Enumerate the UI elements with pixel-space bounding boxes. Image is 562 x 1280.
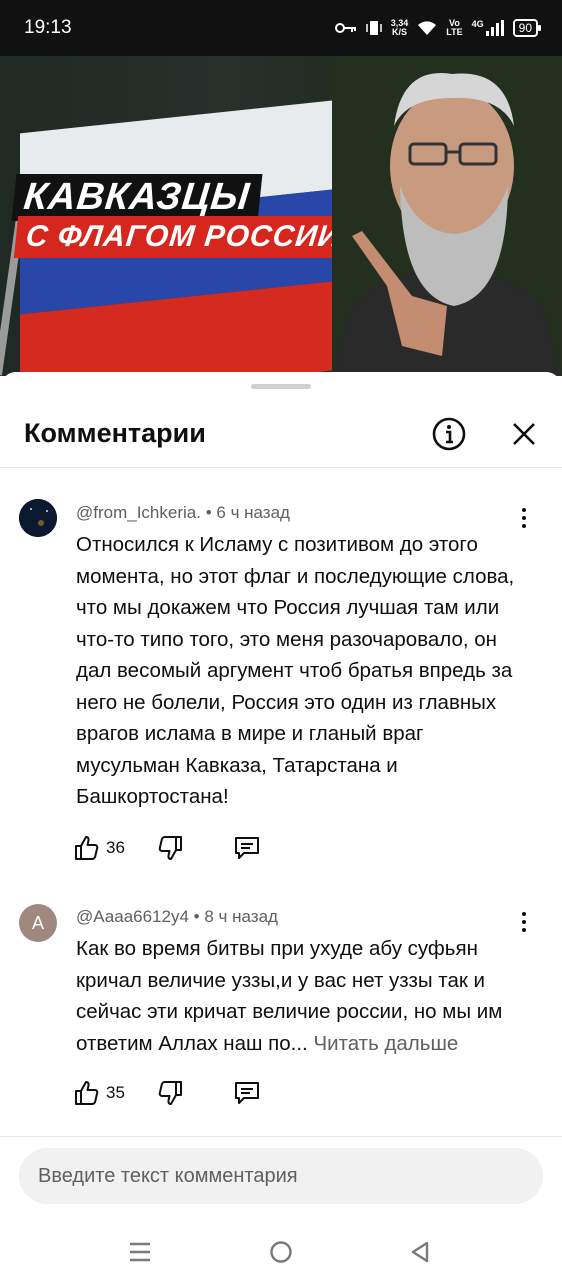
thumbs-down-icon — [158, 1081, 182, 1105]
status-icons: 3,34 K/S Vo LTE 4G 90 — [334, 18, 542, 37]
comments-title: Комментарии — [24, 418, 206, 448]
reply-button[interactable] — [233, 834, 261, 862]
comment-input-placeholder: Введите текст комментария — [38, 1164, 298, 1187]
key-icon — [334, 23, 356, 33]
reply-comment-icon — [234, 837, 259, 859]
close-button[interactable] — [504, 414, 544, 454]
dislike-button[interactable] — [157, 1080, 183, 1106]
vibrate-icon — [366, 21, 382, 35]
input-divider — [0, 1136, 562, 1137]
signal-icon — [485, 20, 504, 36]
comment-author[interactable]: @Аааа6612у4 — [76, 907, 189, 926]
like-button[interactable]: 35 — [74, 1080, 125, 1106]
battery-indicator: 90 — [512, 19, 542, 37]
like-button[interactable]: 36 — [74, 835, 125, 861]
like-count: 35 — [106, 1083, 125, 1102]
avatar[interactable]: A — [19, 904, 57, 942]
volte-indicator: Vo LTE — [446, 18, 463, 37]
status-bar: 19:13 3,34 K/S Vo LTE 4G 90 — [0, 0, 562, 56]
comment-text: Как во время битвы при ухуде абу суфьян … — [76, 933, 526, 1059]
thumbs-up-icon — [75, 1081, 99, 1105]
speaker-image — [332, 56, 562, 376]
comment-actions: 36 — [74, 833, 261, 863]
drag-handle[interactable] — [251, 384, 311, 389]
reply-comment-icon — [234, 1082, 259, 1104]
comment-input[interactable]: Введите текст комментария — [19, 1148, 543, 1204]
back-triangle-icon — [411, 1241, 429, 1263]
back-button[interactable] — [400, 1232, 440, 1272]
info-icon — [432, 417, 466, 451]
info-button[interactable] — [429, 414, 469, 454]
net-speed: 3,34 K/S — [390, 18, 409, 37]
meta-separator: • — [205, 503, 217, 522]
system-nav-bar — [0, 1222, 562, 1280]
dislike-button[interactable] — [157, 835, 183, 861]
wifi-icon — [418, 21, 437, 35]
video-player[interactable]: КАВКАЗЦЫ С ФЛАГОМ РОССИИ — [0, 56, 562, 376]
comment-meta: @Аааа6612у4 • 8 ч назад — [76, 907, 278, 927]
comments-sheet: Комментарии @from_Ichkeria. • 6 ч назад … — [0, 372, 562, 1280]
video-caption-line1: КАВКАЗЦЫ — [11, 174, 263, 221]
avatar[interactable] — [19, 499, 57, 537]
status-time: 19:13 — [24, 17, 72, 38]
thumbs-up-icon — [75, 836, 99, 860]
comment-text: Относился к Исламу с позитивом до этого … — [76, 533, 515, 808]
close-icon — [513, 423, 535, 445]
cell-signal: 4G — [472, 20, 504, 36]
meta-separator: • — [193, 907, 205, 926]
menu-icon — [130, 1242, 150, 1262]
comment-actions: 35 — [74, 1078, 261, 1108]
reply-button[interactable] — [233, 1079, 261, 1107]
home-circle-icon — [270, 1241, 292, 1263]
thumbs-down-icon — [158, 836, 182, 860]
comment-time: 6 ч назад — [216, 503, 290, 522]
video-caption-line2: С ФЛАГОМ РОССИИ — [13, 216, 353, 258]
night-sky-avatar-icon — [19, 499, 57, 537]
home-button[interactable] — [261, 1232, 301, 1272]
read-more-link[interactable]: Читать дальше — [313, 1032, 458, 1055]
comment-author[interactable]: @from_Ichkeria. — [76, 503, 201, 522]
like-count: 36 — [106, 838, 125, 857]
comment-time: 8 ч назад — [204, 907, 278, 926]
comments-header: Комментарии — [0, 400, 562, 468]
recent-apps-button[interactable] — [120, 1232, 160, 1272]
comment-meta: @from_Ichkeria. • 6 ч назад — [76, 503, 290, 523]
